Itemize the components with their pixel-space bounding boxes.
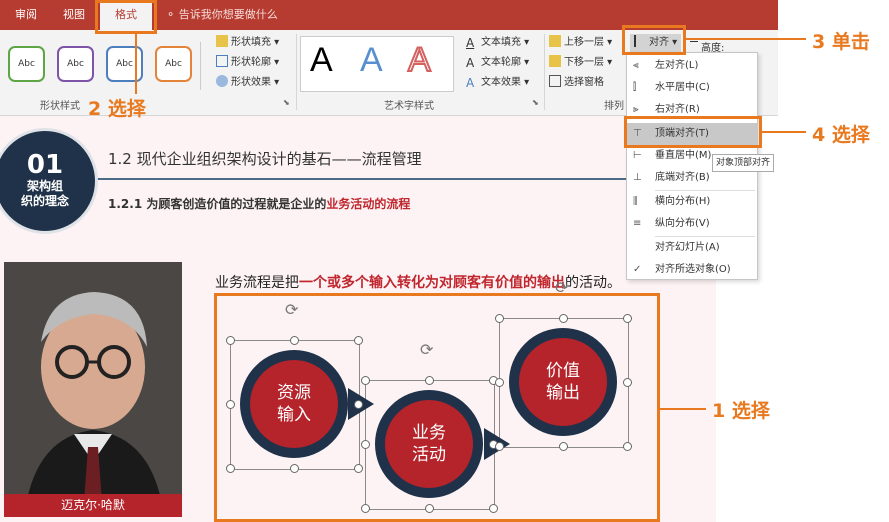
highlight-format-tab [95,0,157,34]
menu-item-label: 横向分布(H) [655,196,711,207]
menu-item-label: 左对齐(L) [655,60,699,71]
menu-distribute-vertical[interactable]: ≡ 纵向分布(V) [627,213,757,235]
text-fill-icon: A [466,36,475,50]
shape-effect-label: 形状效果 [231,77,271,88]
align-left-icon: ⫷ [633,60,639,71]
tell-me-box[interactable]: ⚬ 告诉我你想要做什么 [166,0,278,30]
callout-step-2: 2 选择 [88,98,146,120]
menu-item-label: 水平居中(C) [655,82,710,93]
lightbulb-icon: ⚬ [166,8,176,21]
portrait-illustration [4,262,182,517]
body-highlight: 一个或多个输入转化为对顾客有价值的输出 [299,275,565,291]
shape-style-orange[interactable]: Abc [155,46,192,82]
text-effect-label: 文本效果 [481,77,521,88]
wordart-outline[interactable]: A [407,40,432,80]
shape-outline-label: 形状轮廓 [231,57,271,68]
photo-caption: 迈克尔·哈默 [4,494,182,517]
shape-style-green[interactable]: Abc [8,46,45,82]
align-center-icon: ⫿ [633,82,637,93]
menu-align-left[interactable]: ⫷ 左对齐(L) [627,55,757,77]
menu-item-label: 对齐所选对象(O) [655,264,731,275]
slide-subtitle: 1.2.1 为顾客创造价值的过程就是企业的业务活动的流程 [108,195,410,212]
shape-style-blue[interactable]: Abc [106,46,143,82]
shape-effect-button[interactable]: 形状效果 ▾ [216,74,279,92]
bring-forward-icon [549,35,561,47]
tab-review[interactable]: 审阅 [0,0,52,30]
bring-forward-button[interactable]: 上移一层 ▾ [549,34,612,52]
selection-pane-icon [549,75,561,87]
text-fill-label: 文本填充 [481,37,521,48]
ribbon-divider [544,34,545,110]
callout-line [686,38,806,40]
menu-distribute-horizontal[interactable]: ⫼ 横向分布(H) [627,191,757,213]
callout-line [135,34,137,94]
ribbon-divider [296,34,297,110]
subtitle-highlight: 业务活动的流程 [326,197,411,211]
highlight-align-button [622,25,686,55]
text-outline-button[interactable]: A 文本轮廓 ▾ [466,54,529,72]
header-rule [0,178,716,180]
shape-effect-icon [216,75,228,87]
shape-fill-label: 形状填充 [231,37,271,48]
dialog-launcher-icon[interactable]: ⬊ [283,98,290,107]
subtitle-text: 1.2.1 为顾客创造价值的过程就是企业的 [108,197,327,211]
callout-line [762,131,806,133]
distribute-vertical-icon: ≡ [633,218,642,229]
paint-bucket-icon [216,35,228,47]
tab-view[interactable]: 视图 [52,0,96,30]
align-right-icon: ⫸ [633,104,639,115]
wordart-black[interactable]: A [310,40,333,80]
selection-pane-label: 选择窗格 [564,77,604,88]
style-gallery-scroll[interactable] [200,42,209,90]
menu-align-center[interactable]: ⫿ 水平居中(C) [627,77,757,99]
text-outline-icon: A [466,56,475,70]
send-backward-label: 下移一层 [564,57,604,68]
tell-me-text: 告诉我你想要做什么 [178,8,278,21]
right-margin [778,0,889,522]
callout-step-1: 1 选择 [712,400,770,422]
bring-forward-label: 上移一层 [564,37,604,48]
text-outline-label: 文本轮廓 [481,57,521,68]
highlight-align-top [624,116,762,148]
shape-outline-button[interactable]: 形状轮廓 ▾ [216,54,279,72]
pencil-icon [216,55,228,67]
body-prefix: 业务流程是把 [215,275,299,291]
callout-step-3: 3 单击 [812,31,870,53]
wordart-blue[interactable]: A [360,40,383,80]
align-middle-icon: ⊢ [633,150,642,161]
menu-align-selected[interactable]: ✓ 对齐所选对象(O) [627,259,757,281]
shape-fill-button[interactable]: 形状填充 ▾ [216,34,279,52]
portrait-photo: 迈克尔·哈默 [4,262,182,517]
menu-align-to-slide[interactable]: 对齐幻灯片(A) [627,237,757,259]
callout-step-4: 4 选择 [812,124,870,146]
send-backward-icon [549,55,561,67]
menu-item-label: 底端对齐(B) [655,172,710,183]
section-label: 架构组 织的理念 [20,179,69,208]
text-fill-button[interactable]: A 文本填充 ▾ [466,34,529,52]
highlight-shapes [214,293,660,522]
menu-item-label: 纵向分布(V) [655,218,710,229]
wordart-gallery-scroll[interactable] [453,36,462,90]
selection-pane-button[interactable]: 选择窗格 [549,74,604,92]
shape-style-purple[interactable]: Abc [57,46,94,82]
tooltip: 对象顶部对齐 [712,154,775,172]
callout-line [660,408,706,410]
text-effect-button[interactable]: A 文本效果 ▾ [466,74,529,92]
send-backward-button[interactable]: 下移一层 ▾ [549,54,612,72]
section-number: 01 [26,150,64,180]
body-suffix: 的活动。 [565,275,621,291]
distribute-horizontal-icon: ⫼ [633,196,638,207]
align-bottom-icon: ⊥ [633,172,642,183]
shape-styles-group-label: 形状样式 [40,101,80,112]
dialog-launcher-icon[interactable]: ⬊ [532,98,539,107]
arrange-group-label: 排列 [604,101,624,112]
slide-title: 1.2 现代企业组织架构设计的基石——流程管理 [108,150,422,168]
menu-item-label: 对齐幻灯片(A) [655,242,720,253]
text-effect-icon: A [466,76,475,90]
wordart-group-label: 艺术字样式 [384,101,434,112]
menu-item-label: 垂直居中(M) [655,150,712,161]
checkmark-icon: ✓ [633,264,642,275]
